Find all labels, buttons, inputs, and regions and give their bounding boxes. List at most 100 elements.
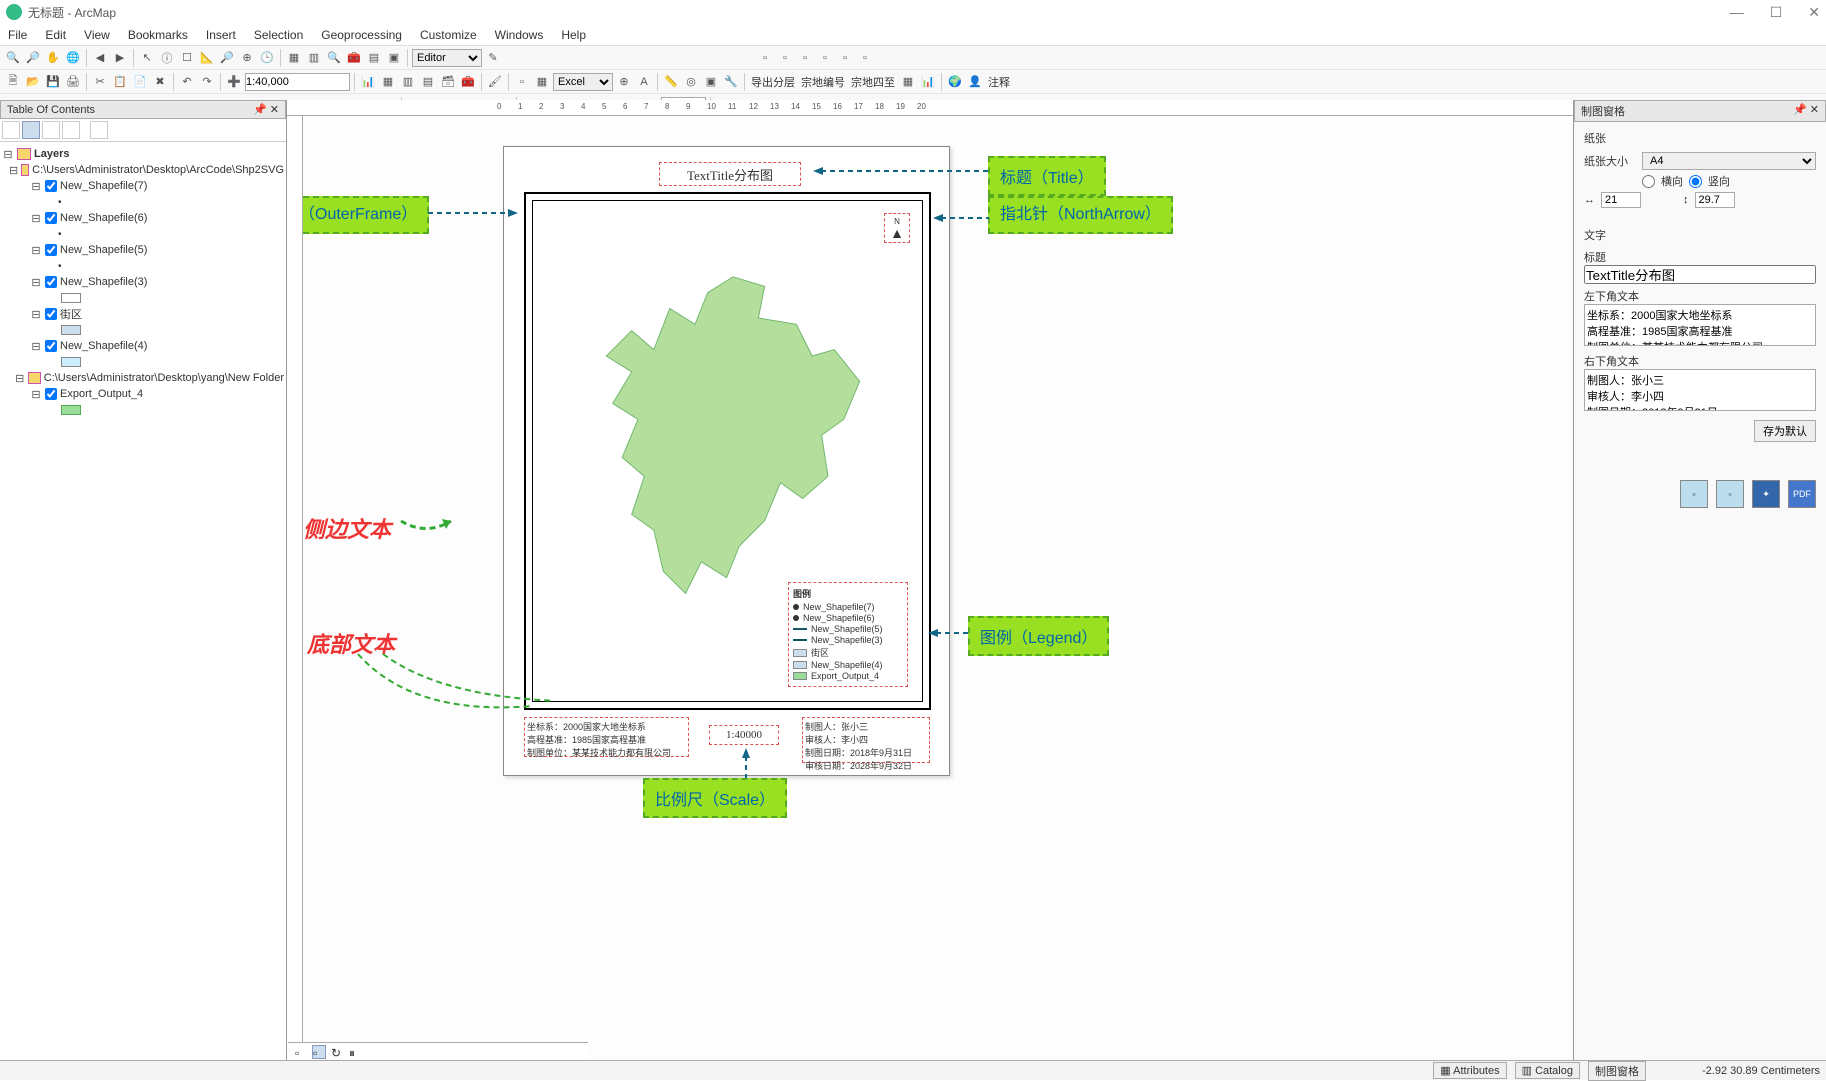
- scale-text[interactable]: 1:40000: [709, 725, 779, 745]
- undo-icon[interactable]: ↶: [178, 73, 196, 91]
- annotation-label[interactable]: 注释: [986, 74, 1012, 90]
- layer-name[interactable]: New_Shapefile(5): [60, 244, 147, 256]
- bottom-right-text[interactable]: 制图人：张小三 审核人：李小四 制图日期：2018年9月31日 审核日期：202…: [802, 717, 930, 763]
- toolbox-icon[interactable]: 🧰: [345, 49, 363, 67]
- orientation-vertical-radio[interactable]: [1689, 175, 1702, 188]
- orientation-horizontal-radio[interactable]: [1642, 175, 1655, 188]
- redo-icon[interactable]: ↷: [198, 73, 216, 91]
- grid-icon[interactable]: ▦: [533, 73, 551, 91]
- map-title-element[interactable]: TextTitle分布图: [659, 162, 801, 186]
- menu-insert[interactable]: Insert: [206, 28, 236, 42]
- toc-list-by-visibility-icon[interactable]: [42, 121, 60, 139]
- layer-name[interactable]: New_Shapefile(6): [60, 212, 147, 224]
- export-pdf-icon[interactable]: PDF: [1788, 480, 1816, 508]
- layer-name[interactable]: New_Shapefile(7): [60, 180, 147, 192]
- measuretool-icon[interactable]: 📏: [662, 73, 680, 91]
- toc-list-by-drawing-icon[interactable]: [2, 121, 20, 139]
- layer-name[interactable]: Export_Output_4: [60, 388, 143, 400]
- layer-symbol-patch[interactable]: [61, 325, 81, 335]
- layout-view[interactable]: 01234567891011121314151617181920 TextTit…: [287, 100, 1573, 1060]
- measure-icon[interactable]: 📐: [198, 49, 216, 67]
- excel-dropdown[interactable]: Excel: [553, 73, 613, 91]
- export-image-icon[interactable]: ✦: [1752, 480, 1780, 508]
- toc-options-icon[interactable]: [90, 121, 108, 139]
- status-tab-attributes[interactable]: ▦ Attributes: [1433, 1062, 1506, 1079]
- select2-icon[interactable]: ▣: [702, 73, 720, 91]
- cut-icon[interactable]: ✂: [91, 73, 109, 91]
- page[interactable]: TextTitle分布图 N ▲: [503, 146, 950, 776]
- menu-selection[interactable]: Selection: [254, 28, 303, 42]
- layer-checkbox[interactable]: [45, 340, 57, 352]
- menu-geoprocessing[interactable]: Geoprocessing: [321, 28, 402, 42]
- minimize-button[interactable]: —: [1730, 4, 1744, 21]
- north-arrow[interactable]: N ▲: [884, 213, 910, 243]
- paste-icon[interactable]: 📄: [131, 73, 149, 91]
- chart-icon[interactable]: 📊: [919, 73, 937, 91]
- layer-symbol-point[interactable]: •: [58, 261, 62, 272]
- layout-canvas[interactable]: TextTitle分布图 N ▲: [303, 116, 1573, 1060]
- tool-b-icon[interactable]: ▫: [776, 49, 794, 67]
- layer-checkbox[interactable]: [45, 244, 57, 256]
- add-data-icon[interactable]: ➕: [225, 73, 243, 91]
- scale-input[interactable]: [245, 73, 350, 91]
- menu-help[interactable]: Help: [561, 28, 586, 42]
- print-icon[interactable]: 🖨: [64, 73, 82, 91]
- toc-icon[interactable]: ▥: [399, 73, 417, 91]
- identify-icon[interactable]: ⓘ: [158, 49, 176, 67]
- menu-view[interactable]: View: [84, 28, 110, 42]
- title-input[interactable]: [1584, 265, 1816, 284]
- layer-symbol-point[interactable]: •: [58, 197, 62, 208]
- tool-f-icon[interactable]: ▫: [856, 49, 874, 67]
- time-icon[interactable]: 🕒: [258, 49, 276, 67]
- menu-file[interactable]: File: [8, 28, 27, 42]
- globe-icon[interactable]: 🌐: [64, 49, 82, 67]
- find-icon[interactable]: 🔎: [218, 49, 236, 67]
- refresh-view-button[interactable]: ↻: [330, 1045, 344, 1059]
- paper-size-select[interactable]: A4: [1642, 152, 1816, 170]
- table-icon[interactable]: ▦: [285, 49, 303, 67]
- layer-checkbox[interactable]: [45, 180, 57, 192]
- cross-icon[interactable]: ⊕: [615, 73, 633, 91]
- table-open-icon[interactable]: ▦: [379, 73, 397, 91]
- editor-tool-icon[interactable]: ✎: [484, 49, 502, 67]
- zoom-next-icon[interactable]: ▶: [111, 49, 129, 67]
- layer-checkbox[interactable]: [45, 308, 57, 320]
- data-view-button[interactable]: ▫: [294, 1045, 308, 1059]
- toc-list-by-selection-icon[interactable]: [62, 121, 80, 139]
- toc-root[interactable]: Layers: [34, 148, 69, 160]
- editor-dropdown[interactable]: Editor: [412, 49, 482, 67]
- tool-c-icon[interactable]: ▫: [796, 49, 814, 67]
- pointer-icon[interactable]: ↖: [138, 49, 156, 67]
- toc-list-by-source-icon[interactable]: [22, 121, 40, 139]
- status-tab-catalog[interactable]: ▥ Catalog: [1515, 1062, 1580, 1079]
- tool-d-icon[interactable]: ▫: [816, 49, 834, 67]
- zone-extent-label[interactable]: 宗地四至: [849, 74, 897, 90]
- save-icon[interactable]: 💾: [44, 73, 62, 91]
- data-frame[interactable]: N ▲ 图例 New_Shapefile(7)New_Shapefile(6): [532, 200, 923, 702]
- export-layout-1-icon[interactable]: ▫: [1680, 480, 1708, 508]
- paper-width-input[interactable]: [1601, 192, 1641, 208]
- geodb-icon[interactable]: 🗃: [439, 73, 457, 91]
- zoom-prev-icon[interactable]: ◀: [91, 49, 109, 67]
- layer-checkbox[interactable]: [45, 212, 57, 224]
- python-icon[interactable]: ▤: [365, 49, 383, 67]
- catalog-icon[interactable]: ▥: [305, 49, 323, 67]
- layer-symbol-patch[interactable]: [61, 405, 81, 415]
- open-icon[interactable]: 📂: [24, 73, 42, 91]
- delete-icon[interactable]: ✖: [151, 73, 169, 91]
- toc-tree[interactable]: ⊟Layers ⊟C:\Users\Administrator\Desktop\…: [0, 142, 286, 1060]
- menu-bookmarks[interactable]: Bookmarks: [128, 28, 188, 42]
- field-icon[interactable]: ▫: [513, 73, 531, 91]
- status-tab-carto[interactable]: 制图窗格: [1588, 1061, 1646, 1081]
- export-layout-2-icon[interactable]: ▫: [1716, 480, 1744, 508]
- copy-icon[interactable]: 📋: [111, 73, 129, 91]
- clear-sel-icon[interactable]: 🔧: [722, 73, 740, 91]
- tool-e-icon[interactable]: ▫: [836, 49, 854, 67]
- maximize-button[interactable]: ☐: [1770, 4, 1783, 21]
- outer-frame[interactable]: N ▲ 图例 New_Shapefile(7)New_Shapefile(6): [524, 192, 931, 710]
- pause-draw-button[interactable]: ⏸: [348, 1045, 362, 1059]
- zone-number-label[interactable]: 宗地编号: [799, 74, 847, 90]
- layer-symbol-patch[interactable]: [61, 293, 81, 303]
- layer-name[interactable]: 街区: [60, 306, 82, 322]
- buffer-icon[interactable]: ◎: [682, 73, 700, 91]
